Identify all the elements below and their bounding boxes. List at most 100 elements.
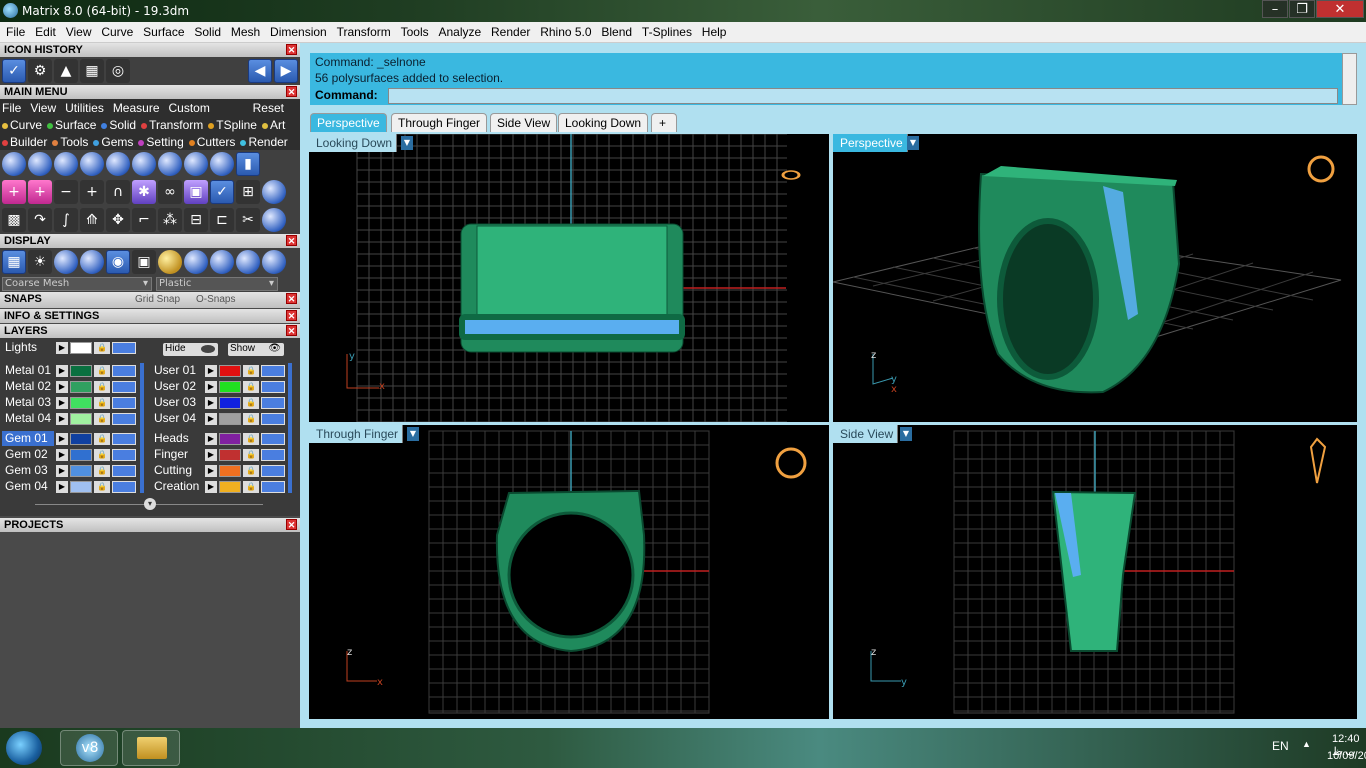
layer-color-swatch[interactable] bbox=[219, 433, 241, 445]
expand-icon[interactable]: ▶ bbox=[56, 433, 68, 445]
mm-view[interactable]: View bbox=[30, 101, 56, 115]
layers-scrollbar-right[interactable] bbox=[288, 363, 292, 493]
check-icon[interactable]: ✓ bbox=[210, 180, 234, 204]
lock-icon[interactable]: 🔒 bbox=[94, 365, 110, 377]
layer-name[interactable]: Finger bbox=[151, 447, 203, 462]
menu-file[interactable]: File bbox=[0, 22, 25, 39]
layer-color-swatch[interactable] bbox=[70, 449, 92, 461]
rail-icon[interactable]: ⟰ bbox=[80, 208, 104, 232]
layer-color-swatch[interactable] bbox=[219, 465, 241, 477]
menu-tools[interactable]: Tools bbox=[395, 22, 429, 39]
history-tool-4-icon[interactable]: ▦ bbox=[80, 59, 104, 83]
mm-category-tools[interactable]: Tools bbox=[52, 135, 88, 149]
grid-snap-toggle[interactable]: Grid Snap bbox=[135, 293, 180, 307]
info-settings-header[interactable]: INFO & SETTINGS ✕ bbox=[0, 309, 300, 323]
close-icon[interactable]: ✕ bbox=[286, 519, 297, 530]
rendered-icon[interactable] bbox=[80, 250, 104, 274]
viewport-side-view[interactable]: z y Side View ▼ bbox=[833, 425, 1357, 719]
expand-icon[interactable]: ▶ bbox=[56, 342, 68, 354]
layer-color-swatch[interactable] bbox=[219, 381, 241, 393]
expand-icon[interactable]: ▶ bbox=[205, 397, 217, 409]
mm-category-curve[interactable]: Curve bbox=[2, 118, 42, 132]
profile-icon[interactable] bbox=[210, 152, 234, 176]
pattern-icon[interactable]: ▣ bbox=[184, 180, 208, 204]
menu-surface[interactable]: Surface bbox=[137, 22, 184, 39]
minus-icon[interactable]: − bbox=[54, 180, 78, 204]
expand-icon[interactable]: ▶ bbox=[205, 465, 217, 477]
visibility-toggle[interactable] bbox=[261, 433, 285, 445]
mesh-quality-dropdown[interactable]: Coarse Mesh ▾ bbox=[2, 277, 152, 291]
layer-color-swatch[interactable] bbox=[219, 481, 241, 493]
layer-name[interactable]: User 04 bbox=[151, 411, 203, 426]
mm-category-render[interactable]: Render bbox=[240, 135, 288, 149]
layer-name[interactable]: Creation bbox=[151, 479, 203, 494]
visibility-toggle[interactable] bbox=[261, 465, 285, 477]
arc-icon[interactable]: ∩ bbox=[106, 180, 130, 204]
expand-icon[interactable]: ▶ bbox=[56, 365, 68, 377]
mm-category-tspline[interactable]: TSpline bbox=[208, 118, 257, 132]
layer-row[interactable]: User 04 ▶ 🔒 bbox=[151, 411, 291, 427]
visibility-toggle[interactable] bbox=[261, 481, 285, 493]
hide-button[interactable]: Hide bbox=[163, 343, 218, 356]
menu-analyze[interactable]: Analyze bbox=[432, 22, 481, 39]
clock-date[interactable]: 10/09/2022 bbox=[1327, 750, 1366, 762]
visibility-toggle[interactable] bbox=[261, 449, 285, 461]
mm-custom[interactable]: Custom bbox=[169, 101, 210, 115]
circle-tool-icon[interactable] bbox=[2, 152, 26, 176]
menu-dimension[interactable]: Dimension bbox=[264, 22, 327, 39]
cubes-icon[interactable]: ▩ bbox=[2, 208, 26, 232]
layer-color-swatch[interactable] bbox=[70, 433, 92, 445]
viewport-looking-down[interactable]: y x Looking Down ▼ bbox=[309, 134, 829, 422]
expand-icon[interactable]: ▶ bbox=[205, 433, 217, 445]
lock-icon[interactable]: 🔒 bbox=[94, 433, 110, 445]
visibility-toggle[interactable] bbox=[112, 481, 136, 493]
sweep-icon[interactable]: ∫ bbox=[54, 208, 78, 232]
layer-row[interactable]: Gem 04 ▶ 🔒 bbox=[2, 479, 142, 495]
lock-icon[interactable]: 🔒 bbox=[94, 481, 110, 493]
expand-icon[interactable]: ▶ bbox=[205, 449, 217, 461]
taskbar-matrix-button[interactable]: v8 bbox=[60, 730, 118, 766]
layer-color-swatch[interactable] bbox=[219, 365, 241, 377]
lock-icon[interactable]: 🔒 bbox=[243, 413, 259, 425]
history-tool-3-icon[interactable]: ▲ bbox=[54, 59, 78, 83]
lock-icon[interactable]: 🔒 bbox=[243, 365, 259, 377]
plastic-material-icon[interactable] bbox=[236, 250, 260, 274]
link-icon[interactable]: ∞ bbox=[158, 180, 182, 204]
menu-view[interactable]: View bbox=[60, 22, 92, 39]
close-button[interactable]: ✕ bbox=[1316, 0, 1364, 18]
visibility-toggle[interactable] bbox=[261, 381, 285, 393]
lock-icon[interactable]: 🔒 bbox=[243, 465, 259, 477]
expand-icon[interactable]: ▶ bbox=[56, 465, 68, 477]
layer-row[interactable]: Cutting ▶ 🔒 bbox=[151, 463, 291, 479]
layer-name[interactable]: User 03 bbox=[151, 395, 203, 410]
history-back-icon[interactable]: ◀ bbox=[248, 59, 272, 83]
layer-color-swatch[interactable] bbox=[70, 481, 92, 493]
prong-icon[interactable] bbox=[106, 152, 130, 176]
visibility-toggle[interactable] bbox=[261, 413, 285, 425]
layer-color-swatch[interactable] bbox=[70, 342, 92, 354]
layer-color-swatch[interactable] bbox=[70, 365, 92, 377]
lock-icon[interactable]: 🔒 bbox=[243, 449, 259, 461]
expand-icon[interactable]: ▶ bbox=[205, 481, 217, 493]
toggle-icon[interactable]: ▮ bbox=[236, 152, 260, 176]
mm-category-surface[interactable]: Surface bbox=[47, 118, 96, 132]
history-tool-2-icon[interactable]: ⚙ bbox=[28, 59, 52, 83]
taskbar-explorer-button[interactable] bbox=[122, 730, 180, 766]
band-icon[interactable] bbox=[54, 152, 78, 176]
visibility-toggle[interactable] bbox=[112, 381, 136, 393]
expand-icon[interactable]: ▶ bbox=[56, 397, 68, 409]
visibility-toggle[interactable] bbox=[112, 342, 136, 354]
viewport-label-looking-down[interactable]: Looking Down bbox=[309, 134, 398, 152]
add-icon[interactable]: + bbox=[80, 180, 104, 204]
layer-name[interactable]: Metal 03 bbox=[2, 395, 54, 410]
xray-icon[interactable] bbox=[262, 250, 286, 274]
start-button[interactable] bbox=[6, 731, 42, 765]
layer-color-swatch[interactable] bbox=[70, 381, 92, 393]
grid-toggle-icon[interactable]: ▣ bbox=[132, 250, 156, 274]
environment-icon[interactable]: ◉ bbox=[106, 250, 130, 274]
layer-name[interactable]: Metal 01 bbox=[2, 363, 54, 378]
mm-measure[interactable]: Measure bbox=[113, 101, 160, 115]
viewport-label-through-finger[interactable]: Through Finger bbox=[309, 425, 404, 443]
layer-row[interactable]: Metal 01 ▶ 🔒 bbox=[2, 363, 142, 379]
close-icon[interactable]: ✕ bbox=[286, 44, 297, 55]
